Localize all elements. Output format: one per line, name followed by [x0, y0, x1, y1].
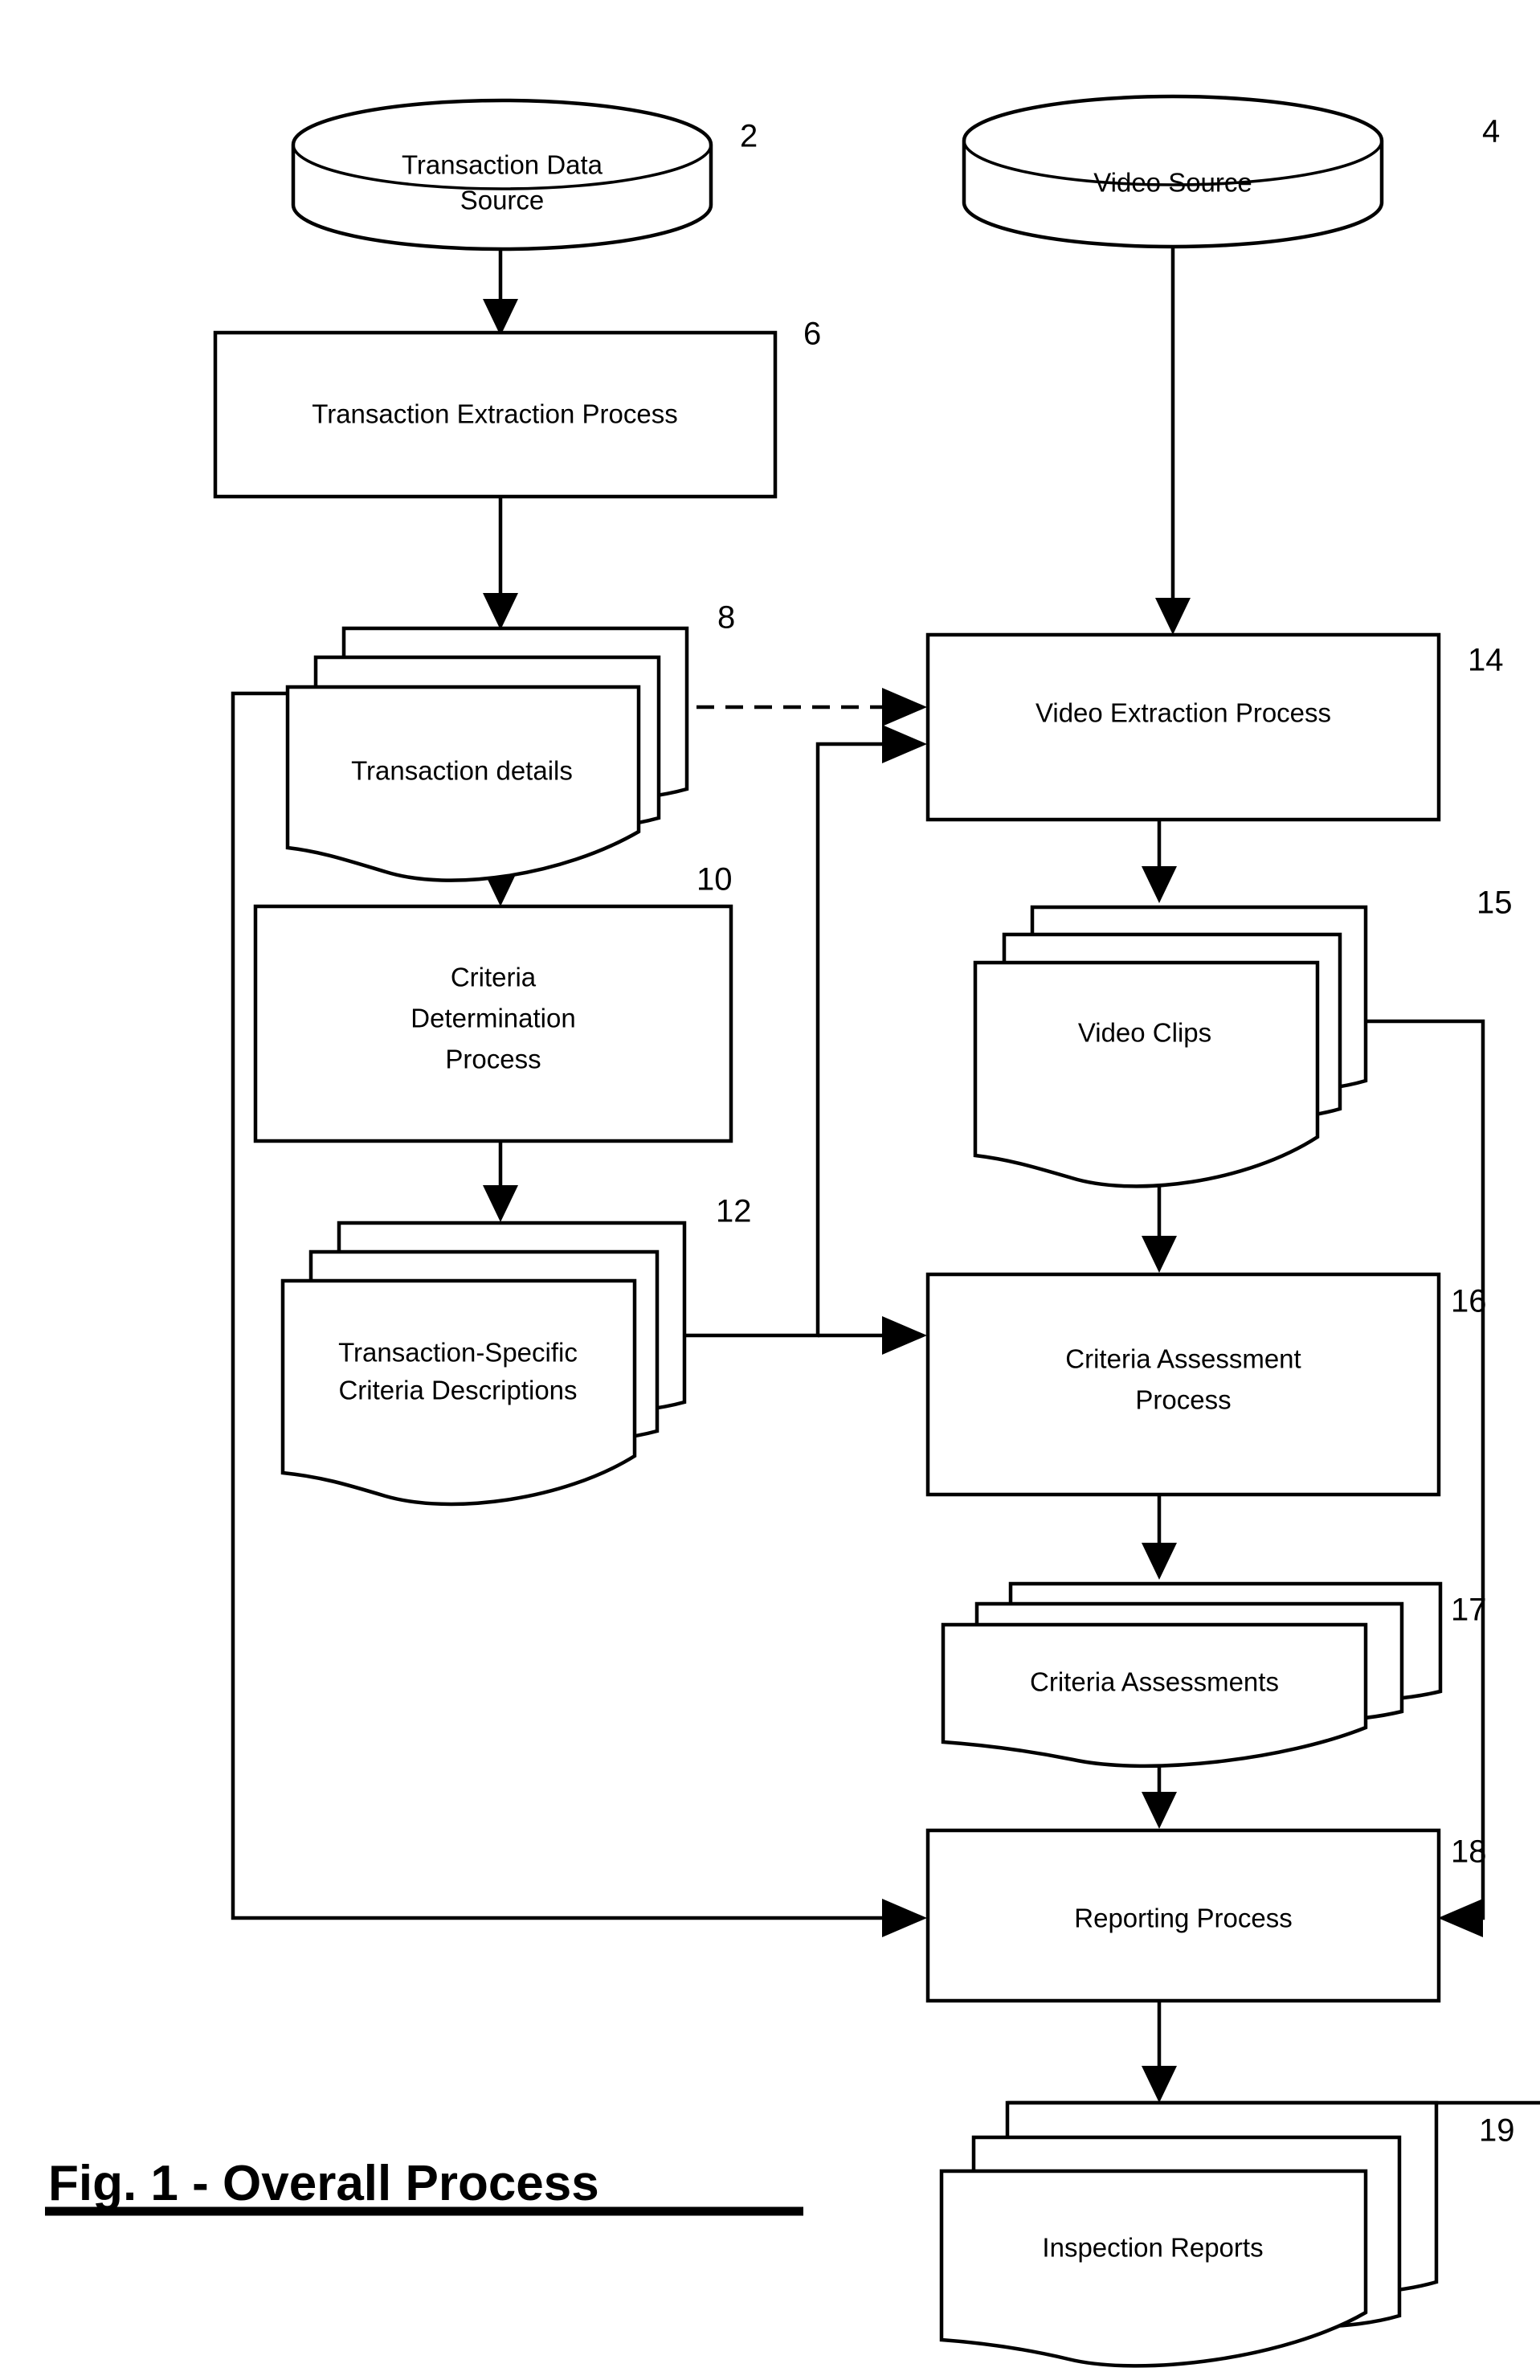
- criteria-determination-process-label-line3: Process: [445, 1045, 541, 1074]
- transaction-data-source-label-line1: Transaction Data: [402, 150, 603, 180]
- connector-criteria-assessment-to-assessments: [1142, 1495, 1177, 1580]
- ref-number-12: 12: [716, 1194, 752, 1229]
- connector-extraction-to-details: [483, 497, 518, 630]
- flowchart-canvas: Transaction Data Source 2 Video Source 4…: [45, 94, 1540, 2368]
- ref-number-4: 4: [1482, 114, 1500, 149]
- inspection-reports-label: Inspection Reports: [1042, 2233, 1263, 2263]
- ref-number-17: 17: [1451, 1593, 1487, 1628]
- node-transaction-data-source[interactable]: Transaction Data Source: [291, 98, 713, 251]
- connector-descriptions-to-criteria-assessment: [818, 1316, 927, 1355]
- criteria-descriptions-label-line1: Transaction-Specific: [338, 1338, 578, 1368]
- connector-video-source-to-video-extraction: [1155, 233, 1191, 635]
- video-clips-label: Video Clips: [1078, 1018, 1211, 1048]
- ref-number-15: 15: [1477, 885, 1513, 921]
- criteria-assessments-label: Criteria Assessments: [1030, 1667, 1279, 1697]
- node-inspection-reports[interactable]: Inspection Reports: [939, 2100, 1540, 2368]
- figure-caption: Fig. 1 - Overall Process: [45, 2156, 803, 2216]
- node-criteria-assessments[interactable]: Criteria Assessments: [941, 1581, 1443, 1769]
- ref-number-8: 8: [717, 600, 735, 636]
- connector-reporting-to-inspection-reports: [1142, 2001, 1177, 2103]
- transaction-data-source-label-line2: Source: [460, 186, 545, 215]
- node-transaction-specific-criteria-descriptions[interactable]: Transaction-Specific Criteria Descriptio…: [280, 1221, 687, 1507]
- connector-video-extraction-to-clips: [1142, 820, 1177, 903]
- patent-figure: Transaction Data Source 2 Video Source 4…: [0, 0, 1540, 2380]
- criteria-assessment-process-label-line1: Criteria Assessment: [1065, 1344, 1301, 1374]
- ref-number-19: 19: [1479, 2113, 1515, 2149]
- transaction-extraction-process-label: Transaction Extraction Process: [312, 399, 677, 429]
- criteria-determination-process-label-line2: Determination: [411, 1004, 575, 1033]
- ref-number-16: 16: [1451, 1284, 1487, 1319]
- node-reporting-process[interactable]: Reporting Process: [925, 1828, 1441, 2003]
- figure-caption-text: Fig. 1 - Overall Process: [48, 2156, 599, 2211]
- node-video-clips[interactable]: Video Clips: [973, 905, 1368, 1188]
- criteria-assessment-process-label-line2: Process: [1135, 1385, 1231, 1415]
- ref-number-14: 14: [1468, 643, 1504, 678]
- transaction-details-label: Transaction details: [351, 756, 573, 786]
- node-transaction-extraction-process[interactable]: Transaction Extraction Process: [213, 330, 778, 499]
- video-source-label: Video Source: [1093, 168, 1252, 198]
- connector-criteria-determination-to-descriptions: [483, 1141, 518, 1222]
- node-criteria-determination-process[interactable]: Criteria Determination Process: [253, 904, 733, 1143]
- ref-number-18: 18: [1451, 1834, 1487, 1870]
- reporting-process-label: Reporting Process: [1074, 1904, 1292, 1933]
- ref-number-10: 10: [696, 862, 733, 898]
- criteria-determination-process-label-line1: Criteria: [451, 963, 537, 992]
- ref-number-6: 6: [803, 317, 821, 352]
- video-extraction-process-label: Video Extraction Process: [1036, 698, 1331, 728]
- criteria-descriptions-label-line2: Criteria Descriptions: [338, 1376, 577, 1405]
- node-video-source[interactable]: Video Source: [962, 94, 1384, 249]
- ref-number-2: 2: [740, 119, 758, 154]
- node-criteria-assessment-process[interactable]: Criteria Assessment Process: [925, 1272, 1441, 1497]
- node-transaction-details[interactable]: Transaction details: [285, 626, 689, 882]
- node-video-extraction-process[interactable]: Video Extraction Process: [925, 632, 1441, 822]
